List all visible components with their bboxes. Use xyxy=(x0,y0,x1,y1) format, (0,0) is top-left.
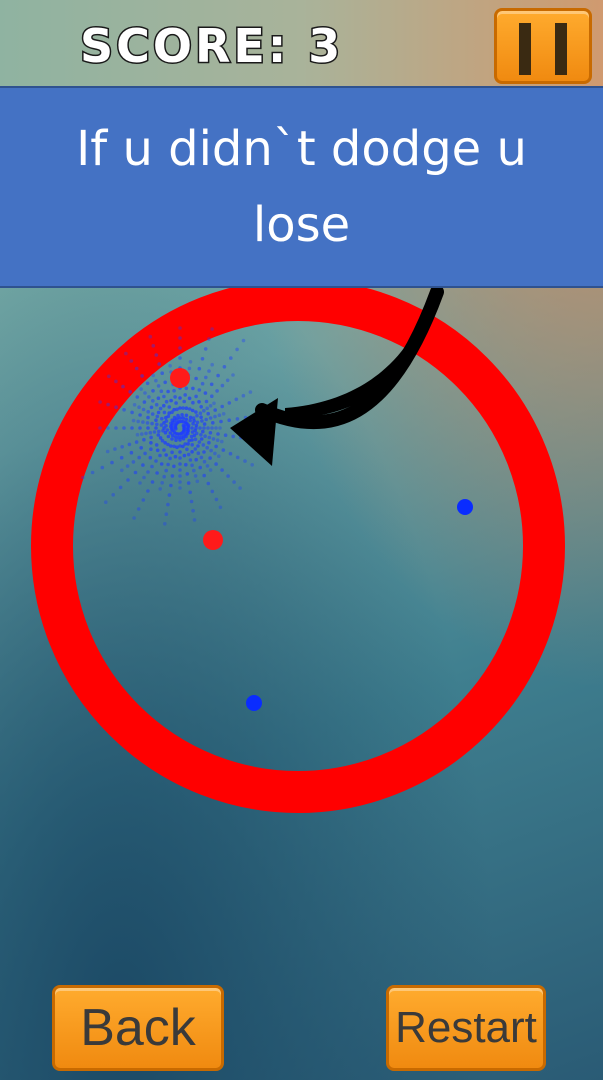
enemy-dot xyxy=(170,368,190,388)
banner-text: If u didn`t dodge u lose xyxy=(76,121,527,253)
tutorial-banner: If u didn`t dodge u lose xyxy=(0,86,603,288)
player-dot xyxy=(246,695,262,711)
back-button[interactable]: Back xyxy=(52,985,224,1071)
enemy-dot xyxy=(203,530,223,550)
player-dot xyxy=(457,499,473,515)
restart-button[interactable]: Restart xyxy=(386,985,546,1071)
restart-button-label: Restart xyxy=(395,1003,537,1052)
back-button-label: Back xyxy=(80,999,196,1057)
red-ring xyxy=(31,279,565,813)
